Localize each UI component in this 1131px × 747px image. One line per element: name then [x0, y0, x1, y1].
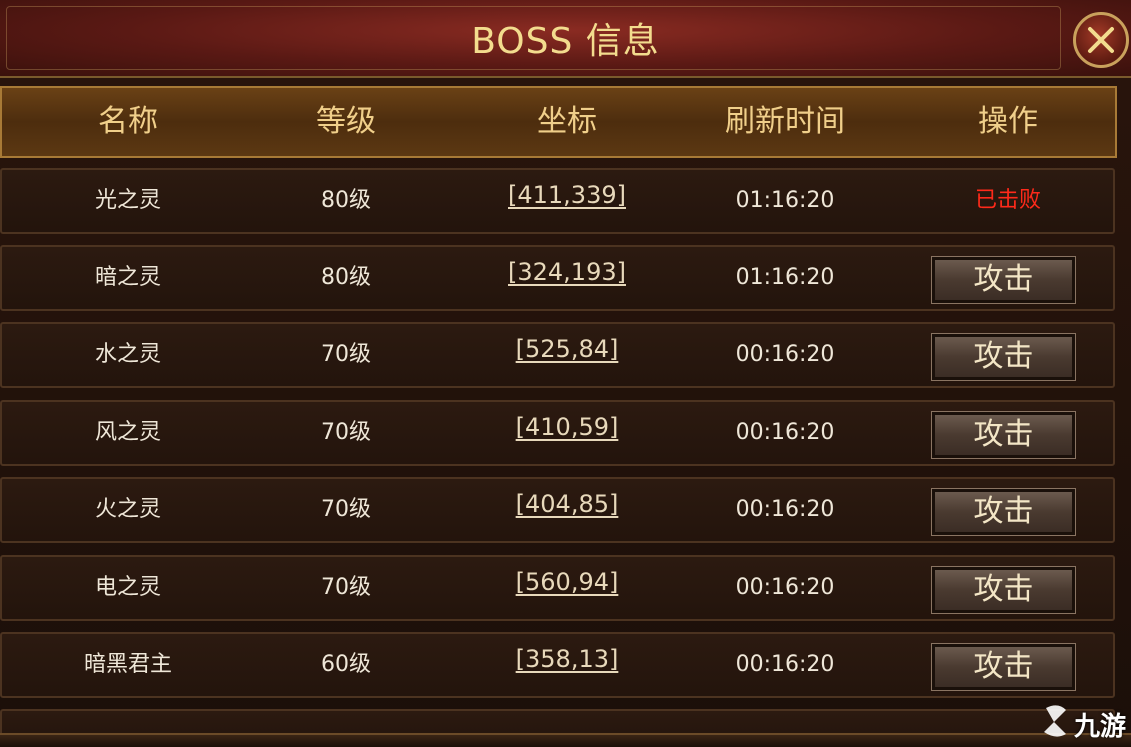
attack-button[interactable]: 攻击 [931, 643, 1076, 691]
boss-coord-link[interactable]: [525,84] [467, 334, 667, 364]
table-row: 风之灵 70级 [410,59] 00:16:20 攻击 [0, 400, 1115, 466]
boss-coord-link[interactable]: [358,13] [467, 644, 667, 674]
table-row: 暗之灵 80级 [324,193] 01:16:20 攻击 [0, 245, 1115, 311]
boss-info-window: BOSS 信息 名称 等级 坐标 刷新时间 操作 光之灵 80级 [411,33… [0, 0, 1131, 747]
table-row: 电之灵 70级 [560,94] 00:16:20 攻击 [0, 555, 1115, 621]
table-header: 名称 等级 坐标 刷新时间 操作 [0, 86, 1117, 158]
boss-refresh-time: 00:16:20 [735, 342, 835, 367]
attack-button[interactable]: 攻击 [931, 488, 1076, 536]
boss-name: 电之灵 [94, 575, 161, 600]
header-coord: 坐标 [537, 104, 597, 139]
attack-button[interactable]: 攻击 [931, 566, 1076, 614]
attack-button[interactable]: 攻击 [931, 256, 1076, 304]
boss-name: 风之灵 [94, 420, 161, 445]
attack-button[interactable]: 攻击 [931, 333, 1076, 381]
header-name: 名称 [98, 104, 158, 139]
boss-level: 80级 [321, 188, 371, 213]
watermark-text: 九游 [1074, 712, 1127, 742]
boss-refresh-time: 00:16:20 [735, 652, 835, 677]
boss-name: 火之灵 [94, 497, 161, 522]
boss-level: 70级 [321, 497, 371, 522]
close-icon [1088, 27, 1114, 53]
header-refresh-time: 刷新时间 [725, 104, 845, 139]
boss-name: 暗之灵 [94, 265, 161, 290]
boss-name: 水之灵 [94, 342, 161, 367]
title-bar: BOSS 信息 [0, 0, 1131, 78]
boss-refresh-time: 01:16:20 [735, 265, 835, 290]
boss-coord-link[interactable]: [404,85] [467, 489, 667, 519]
header-level: 等级 [316, 104, 376, 139]
table-row: 水之灵 70级 [525,84] 00:16:20 攻击 [0, 322, 1115, 388]
boss-level: 70级 [321, 420, 371, 445]
header-action: 操作 [978, 104, 1038, 139]
close-button[interactable] [1073, 12, 1129, 68]
table-row: 光之灵 80级 [411,339] 01:16:20 已击败 [0, 168, 1115, 234]
boss-refresh-time: 00:16:20 [735, 420, 835, 445]
boss-refresh-time: 01:16:20 [735, 188, 835, 213]
boss-coord-link[interactable]: [324,193] [467, 257, 667, 287]
attack-button[interactable]: 攻击 [931, 411, 1076, 459]
defeated-status: 已击败 [974, 188, 1041, 213]
boss-level: 60级 [321, 652, 371, 677]
table-row: 火之灵 70级 [404,85] 00:16:20 攻击 [0, 477, 1115, 543]
boss-level: 70级 [321, 342, 371, 367]
boss-coord-link[interactable]: [560,94] [467, 567, 667, 597]
boss-level: 80级 [321, 265, 371, 290]
boss-name: 暗黑君主 [83, 652, 172, 677]
boss-coord-link[interactable]: [411,339] [467, 180, 667, 210]
boss-refresh-time: 00:16:20 [735, 497, 835, 522]
boss-level: 70级 [321, 575, 371, 600]
window-title: BOSS 信息 [471, 21, 660, 62]
boss-refresh-time: 00:16:20 [735, 575, 835, 600]
boss-coord-link[interactable]: [410,59] [467, 412, 667, 442]
boss-name: 光之灵 [94, 188, 161, 213]
table-row: 暗黑君主 60级 [358,13] 00:16:20 攻击 [0, 632, 1115, 698]
